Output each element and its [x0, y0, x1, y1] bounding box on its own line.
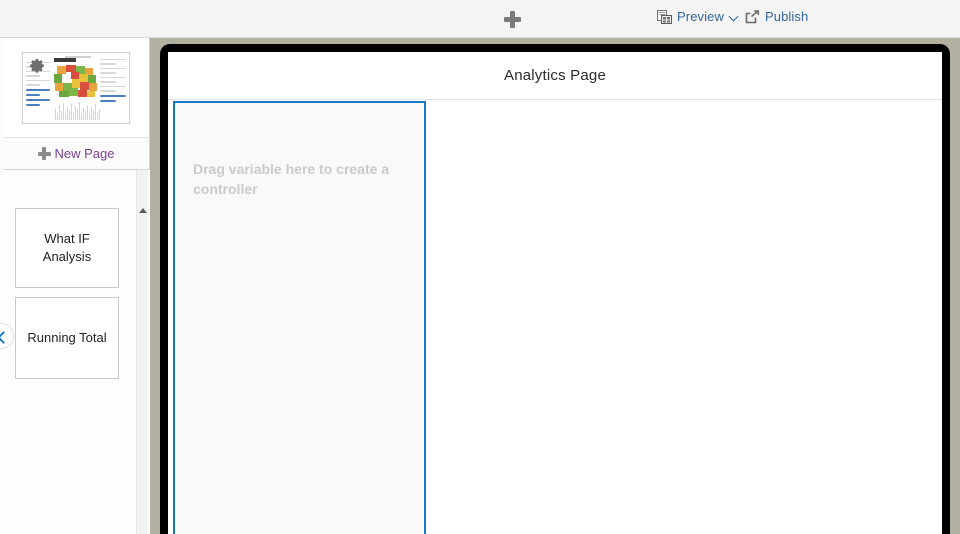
thumbnail-treemap [53, 64, 101, 98]
publish-label: Publish [765, 9, 809, 24]
dropzone-placeholder: Drag variable here to create a controlle… [193, 161, 390, 197]
controller-dropzone[interactable]: Drag variable here to create a controlle… [173, 101, 426, 534]
thumbnail-header-bar [54, 57, 76, 62]
plus-icon [503, 10, 521, 28]
page-list-item-label: What IF Analysis [42, 231, 92, 264]
new-page-button[interactable]: New Page [3, 138, 149, 170]
publish-share-icon [745, 9, 760, 24]
new-page-label: New Page [54, 146, 115, 161]
preview-button[interactable]: Preview [657, 9, 739, 24]
publish-button[interactable]: Publish [745, 9, 808, 24]
chevron-down-icon[interactable] [730, 12, 739, 21]
device-frame: Analytics Page Drag variable here to cre… [160, 44, 950, 534]
canvas-empty-area[interactable] [428, 101, 942, 534]
thumbnail-title-bar [65, 55, 91, 58]
page-list: What IF Analysis Running Total [0, 170, 150, 534]
top-toolbar: Preview Publish [0, 0, 960, 38]
left-sidebar: New Page What IF Analysis Running Total [0, 38, 150, 534]
page-thumbnail[interactable] [22, 51, 130, 124]
caret-up-icon[interactable] [139, 208, 147, 213]
add-page-button[interactable] [500, 8, 524, 30]
app-root: Preview Publish Analytics Page Drag vari… [0, 0, 960, 534]
page-list-item-label: Running Total [27, 330, 107, 345]
page-thumbnail-card[interactable] [3, 38, 149, 138]
plus-icon [37, 147, 51, 160]
preview-icon [657, 9, 672, 24]
preview-label: Preview [677, 9, 724, 24]
chevron-left-icon [0, 332, 7, 341]
page-canvas[interactable]: Analytics Page Drag variable here to cre… [168, 52, 942, 534]
page-title: Analytics Page [503, 67, 607, 84]
gear-icon[interactable] [25, 55, 47, 82]
page-list-item-running-total[interactable]: Running Total [15, 297, 119, 379]
page-list-item-what-if-analysis[interactable]: What IF Analysis [15, 208, 119, 288]
sidebar-scrollbar[interactable] [136, 170, 148, 534]
canvas-header: Analytics Page [168, 52, 942, 100]
thumbnail-sparkline [55, 101, 101, 120]
thumbnail-right-panel [100, 58, 126, 121]
